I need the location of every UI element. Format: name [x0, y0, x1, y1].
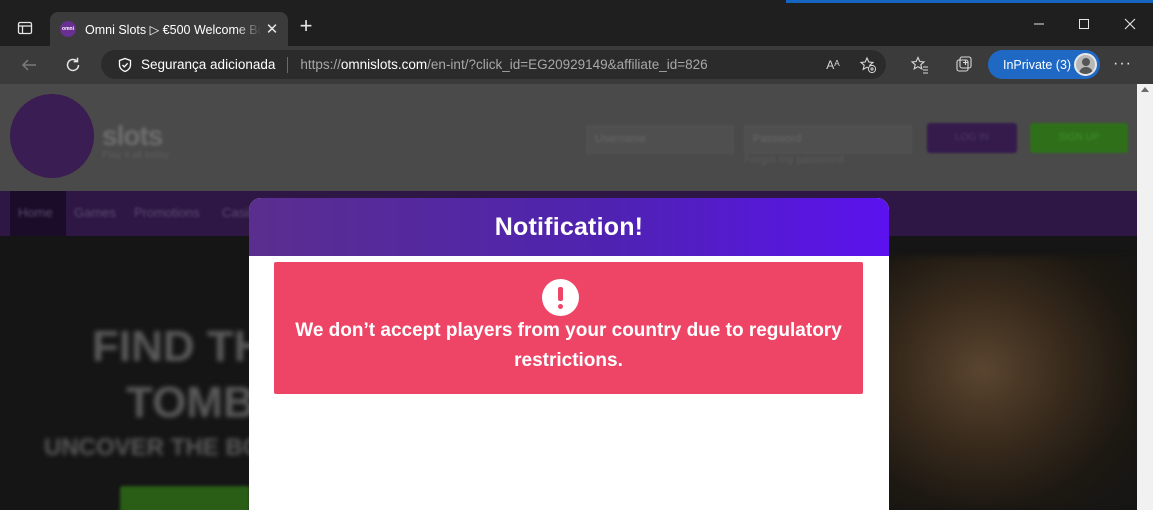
shield-icon [118, 57, 132, 72]
window-accent-bar [786, 0, 1153, 3]
close-window-button[interactable] [1107, 8, 1153, 40]
restriction-alert: We don’t accept players from your countr… [274, 262, 863, 394]
exclamation-icon [542, 279, 579, 316]
maximize-icon [1079, 19, 1089, 29]
close-icon [1124, 18, 1136, 30]
address-bar[interactable]: Segurança adicionada https://omnislots.c… [101, 50, 886, 79]
inprivate-label: InPrivate (3) [1003, 57, 1072, 72]
username-field[interactable]: Username [586, 125, 734, 154]
signup-button[interactable]: SIGN UP [1030, 123, 1128, 153]
url-scheme: https:// [300, 57, 341, 72]
profile-avatar-icon [1074, 53, 1097, 76]
maximize-button[interactable] [1061, 8, 1107, 40]
favorites-icon[interactable] [909, 54, 931, 76]
url-text[interactable]: https://omnislots.com/en-int/?click_id=E… [300, 57, 707, 72]
login-button[interactable]: LOG IN [927, 123, 1017, 153]
back-button[interactable] [14, 50, 44, 80]
site-logo-tagline: Play it all today [102, 150, 170, 161]
site-header: slots Play it all today Username Passwor… [0, 84, 1137, 191]
refresh-icon [66, 57, 80, 72]
page-scrollbar[interactable] [1137, 84, 1153, 510]
tab-actions-button[interactable] [10, 13, 40, 43]
refresh-button[interactable] [58, 50, 88, 80]
url-path: /en-int/?click_id=EG20929149&affiliate_i… [427, 57, 708, 72]
page-viewport: slots Play it all today Username Passwor… [0, 84, 1137, 510]
security-label: Segurança adicionada [141, 57, 276, 72]
site-nav-item-promotions[interactable]: Promotions [134, 205, 200, 220]
tab-actions-icon [17, 21, 33, 35]
site-nav-item-home[interactable]: Home [18, 205, 53, 220]
modal-title: Notification! [249, 198, 889, 256]
more-options-icon[interactable]: ··· [1113, 55, 1132, 73]
site-logo-text: slots [102, 120, 163, 151]
collections-icon[interactable] [953, 54, 975, 76]
read-aloud-icon[interactable]: Aᴬ [823, 56, 843, 74]
browser-tabstrip: omni Omni Slots ▷ €500 Welcome Bonus ✕ + [0, 0, 1153, 46]
forgot-password-link[interactable]: Forgot my password [744, 154, 844, 166]
browser-toolbar: Segurança adicionada https://omnislots.c… [0, 46, 1153, 84]
hero-character-image [880, 256, 1137, 510]
address-separator [287, 56, 289, 73]
password-field[interactable]: Password [744, 125, 912, 154]
site-nav-item-games[interactable]: Games [74, 205, 116, 220]
minimize-icon [1034, 23, 1044, 25]
hero-cta-button[interactable] [120, 486, 250, 510]
new-tab-button[interactable]: + [294, 15, 318, 39]
tab-title: Omni Slots ▷ €500 Welcome Bonus [85, 22, 261, 37]
site-logo-icon[interactable] [10, 94, 94, 178]
back-arrow-icon [21, 59, 36, 71]
tab-close-icon[interactable]: ✕ [264, 20, 280, 38]
minimize-button[interactable] [1016, 8, 1062, 40]
scroll-up-arrow-icon[interactable] [1141, 87, 1149, 92]
notification-modal: Notification! We don’t accept players fr… [249, 198, 889, 510]
tab-omnislots[interactable]: omni Omni Slots ▷ €500 Welcome Bonus ✕ [50, 12, 288, 46]
alert-message: We don’t accept players from your countr… [295, 320, 842, 371]
inprivate-button[interactable]: InPrivate (3) [988, 50, 1100, 79]
omnislots-favicon-icon: omni [60, 21, 76, 37]
url-host: omnislots.com [340, 57, 428, 72]
add-favorite-icon[interactable] [858, 56, 878, 74]
hero-headline-2: TOMB [126, 378, 255, 427]
